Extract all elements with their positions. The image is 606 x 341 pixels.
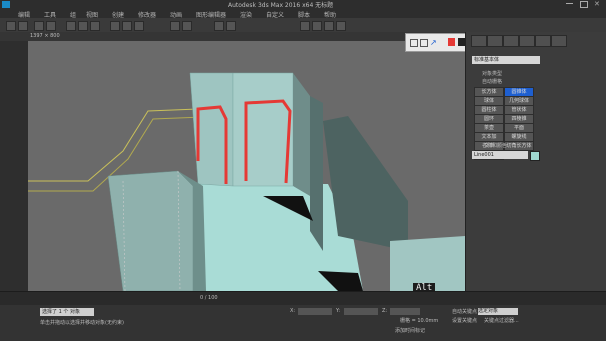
selection-region-icon[interactable] [90, 21, 100, 31]
alt-key-label: Alt [416, 283, 433, 291]
select-icon[interactable] [66, 21, 76, 31]
display-tab[interactable] [535, 35, 551, 47]
rollout-name-color[interactable]: 名称和颜色 [482, 142, 507, 149]
perspective-viewport[interactable]: Alt [28, 41, 465, 291]
unlink-icon[interactable] [46, 21, 56, 31]
material-editor-icon[interactable] [300, 21, 310, 31]
autogrid-checkbox[interactable]: 自动栅格 [482, 78, 502, 85]
align-icon[interactable] [226, 21, 236, 31]
command-panel: 标准基本体 对象类型 自动栅格 长方体 圆锥体 球体 几何球体 圆柱体 管状体 … [465, 32, 606, 291]
left-side-strip [0, 41, 28, 291]
auto-key-label: 自动关键点 [452, 309, 478, 315]
select-by-name-icon[interactable] [78, 21, 88, 31]
viewport-header: 1397 × 800 [0, 32, 465, 41]
status-bar: 选择了 1 个 对象 单击并拖动以选择并移动对象(无约束) X: Y: Z: 栅… [0, 305, 606, 341]
pen-icon[interactable] [410, 39, 418, 47]
alt-key-indicator: Alt [413, 283, 436, 291]
rectangle-icon[interactable] [420, 39, 428, 47]
mirror-icon[interactable] [214, 21, 224, 31]
key-filters-button[interactable]: 关键点过滤器... [484, 317, 519, 324]
spline-outline [28, 101, 199, 182]
timeline[interactable]: 0 / 100 [0, 291, 606, 306]
z-field[interactable] [390, 308, 420, 315]
black-swatch[interactable] [458, 38, 465, 46]
utilities-tab[interactable] [551, 35, 567, 47]
title-bar: Autodesk 3ds Max 2016 x64 无标题 ✕ [0, 0, 606, 9]
category-dropdown[interactable]: 标准基本体 [472, 56, 540, 64]
autogrid-label: 自动栅格 [482, 79, 503, 85]
create-tab[interactable] [471, 35, 487, 47]
red-swatch[interactable] [448, 38, 455, 46]
undo-icon[interactable] [6, 21, 16, 31]
y-field[interactable] [344, 308, 378, 315]
redo-icon[interactable] [18, 21, 28, 31]
app-logo-icon[interactable] [2, 1, 10, 8]
add-time-tag[interactable]: 添加时间标记 [395, 327, 425, 334]
category-value: 标准基本体 [474, 57, 500, 63]
viewport-label[interactable]: 1397 × 800 [30, 33, 60, 39]
hierarchy-tab[interactable] [503, 35, 519, 47]
object-color-swatch[interactable] [530, 151, 540, 161]
frame-range: 0 / 100 [200, 295, 218, 301]
grid-label: 栅格 = 10.0mm [400, 318, 439, 324]
back-wall-mid [232, 72, 294, 187]
minimize-icon[interactable] [566, 3, 573, 4]
rotate-icon[interactable] [122, 21, 132, 31]
selection-status: 选择了 1 个 对象 [40, 308, 94, 316]
x-field[interactable] [298, 308, 332, 315]
right-wall-1 [310, 96, 323, 251]
x-label: X: [290, 308, 296, 314]
motion-tab[interactable] [519, 35, 535, 47]
menu-bar: 编辑 工具 组 视图 创建 修改器 动画 图形编辑器 渲染 自定义 脚本 帮助 [0, 9, 606, 19]
selection-status-text: 选择了 1 个 对象 [42, 309, 80, 315]
arrow-icon[interactable]: ↗ [430, 38, 437, 47]
name-field[interactable]: Line001 [472, 151, 528, 159]
main-toolbar [0, 18, 606, 33]
window-title: Autodesk 3ds Max 2016 x64 无标题 [228, 2, 334, 9]
set-key-label: 设置关键点 [452, 318, 478, 324]
left-wall-front [107, 170, 194, 291]
rollout-object-type[interactable]: 对象类型 [482, 70, 502, 77]
maximize-icon[interactable] [580, 1, 588, 8]
angle-snap-icon[interactable] [182, 21, 192, 31]
render-setup-icon[interactable] [312, 21, 322, 31]
z-label: Z: [382, 308, 388, 314]
close-icon[interactable]: ✕ [594, 0, 600, 8]
prompt-text: 单击并拖动以选择并移动对象(无约束) [40, 320, 124, 326]
y-label: Y: [336, 308, 341, 314]
link-icon[interactable] [34, 21, 44, 31]
selected-dropdown-value: 选定对象 [478, 308, 499, 314]
render-frame-icon[interactable] [336, 21, 346, 31]
modify-tab[interactable] [487, 35, 503, 47]
scene-render [28, 72, 465, 291]
selected-dropdown[interactable]: 选定对象 [478, 308, 518, 315]
back-wall-right [293, 73, 310, 196]
render-icon[interactable] [324, 21, 334, 31]
object-button[interactable]: 切角长方体 [504, 141, 534, 151]
snap-icon[interactable] [170, 21, 180, 31]
name-value: Line001 [474, 152, 494, 158]
scale-icon[interactable] [134, 21, 144, 31]
move-icon[interactable] [110, 21, 120, 31]
